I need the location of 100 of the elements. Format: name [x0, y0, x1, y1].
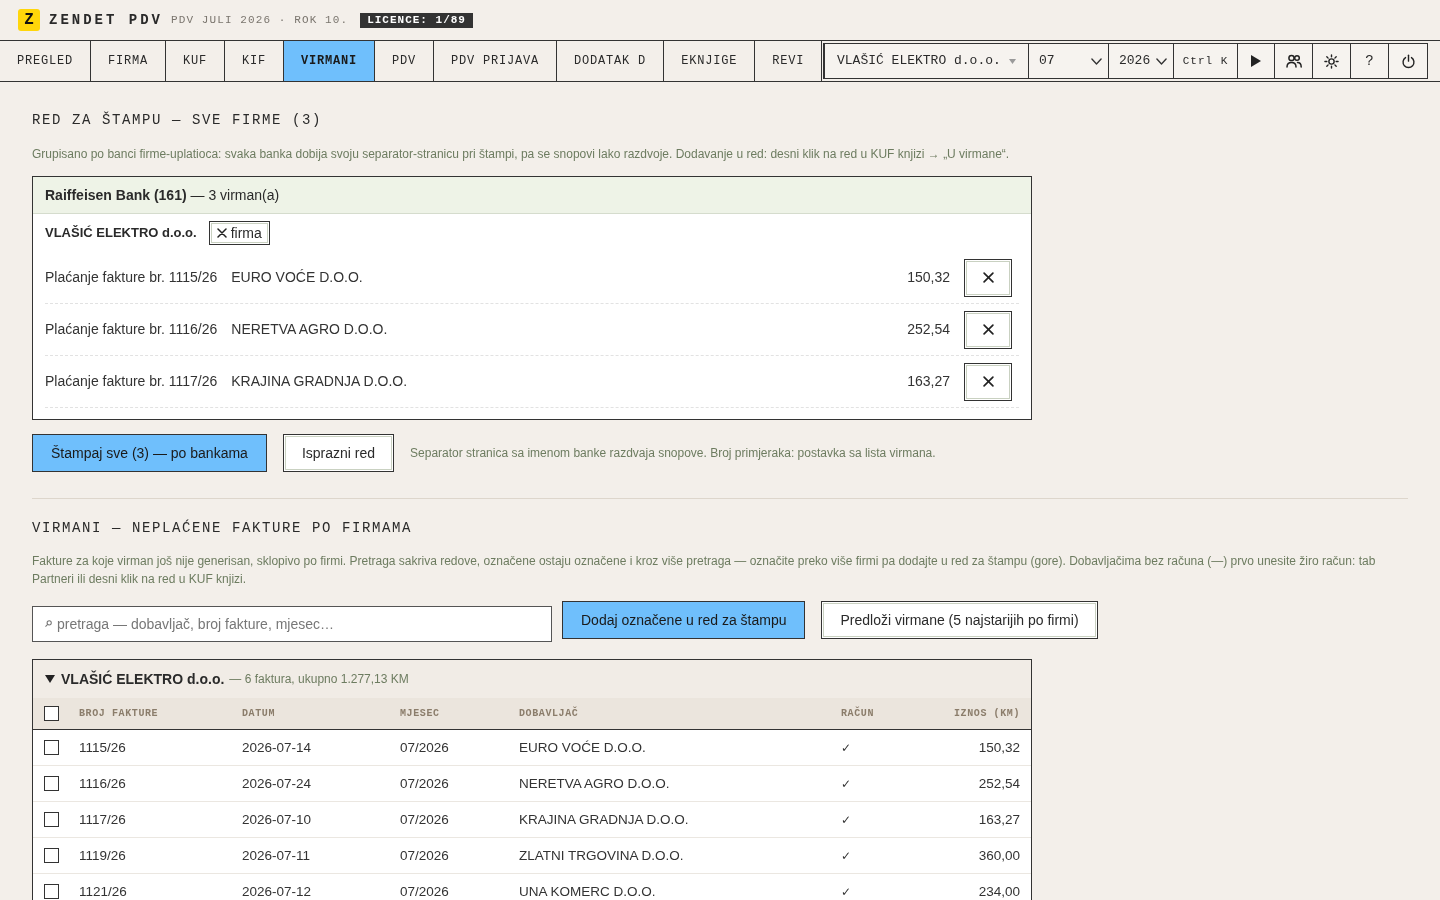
- caret-down-icon: [1009, 58, 1016, 64]
- search-icon: [45, 620, 52, 627]
- table-cell: UNA KOMERC D.O.O.: [519, 883, 656, 900]
- logo: Z: [18, 9, 40, 31]
- period-label: PDV JULI 2026 · ROK 10.: [171, 12, 349, 28]
- remove-firm-button[interactable]: firma: [208, 221, 270, 245]
- payment-amount: 252,54: [907, 320, 950, 339]
- nav-tab[interactable]: VIRMANI: [284, 41, 376, 81]
- remove-button[interactable]: [964, 362, 1012, 401]
- table-cell: 1121/26: [79, 883, 127, 900]
- table-cell: 07/2026: [400, 775, 449, 792]
- power-icon: [1400, 53, 1416, 69]
- table-cell: ✓: [841, 739, 852, 756]
- table-cell: 2026-07-12: [242, 883, 312, 900]
- checkbox[interactable]: [44, 706, 59, 721]
- group-summary: — 6 faktura, ukupno 1.277,13 KM: [229, 671, 409, 688]
- table-cell: 07/2026: [400, 739, 449, 756]
- payee-name: NERETVA AGRO D.O.O.: [231, 320, 388, 339]
- payment-amount: 150,32: [907, 268, 950, 287]
- users-icon: [1285, 54, 1302, 68]
- nav-tab[interactable]: REVI: [755, 41, 823, 81]
- app-name: ZENDET PDV: [49, 10, 163, 30]
- payment-amount: 163,27: [907, 372, 950, 391]
- table-cell: 2026-07-14: [242, 739, 312, 756]
- help-button[interactable]: ?: [1351, 44, 1389, 78]
- nav-tab[interactable]: PDV PRIJAVA: [434, 41, 558, 81]
- remove-button[interactable]: [964, 258, 1012, 297]
- table-cell: NERETVA AGRO D.O.O.: [519, 775, 670, 792]
- remove-button[interactable]: [964, 310, 1012, 349]
- table-cell: 07/2026: [400, 883, 449, 900]
- table-cell: ZLATNI TRGOVINA D.O.O.: [519, 847, 684, 864]
- table-cell: 2026-07-11: [242, 847, 311, 864]
- play-icon: [1251, 55, 1261, 67]
- group-company-name: VLAŠIĆ ELEKTRO d.o.o.: [61, 669, 225, 689]
- company-select[interactable]: VLAŠIĆ ELEKTRO d.o.o.: [825, 44, 1029, 78]
- chevron-down-icon: [1091, 57, 1102, 65]
- payment-description: Plaćanje fakture br. 1117/26: [45, 372, 218, 391]
- column-header: DATUM: [242, 707, 276, 720]
- table-cell: 1115/26: [79, 739, 126, 756]
- nav-tab[interactable]: PDV: [375, 41, 435, 81]
- payment-description: Plaćanje fakture br. 1115/26: [45, 268, 218, 287]
- column-header: IZNOS (KM): [953, 707, 1020, 720]
- chevron-down-icon: [1156, 57, 1167, 65]
- nav-tab[interactable]: PREGLED: [0, 41, 91, 81]
- nav-tab[interactable]: KUF: [166, 41, 226, 81]
- clear-queue-button[interactable]: Isprazni red: [282, 434, 395, 472]
- checkbox[interactable]: [44, 740, 59, 755]
- table-cell: 07/2026: [400, 811, 449, 828]
- bank-group-title: Raiffeisen Bank (161) — 3 virman(a): [45, 185, 280, 205]
- search-field[interactable]: pretraga — dobavljač, broj fakture, mjesec…: [32, 606, 552, 642]
- close-icon: [216, 228, 227, 238]
- table-cell: ✓: [841, 883, 852, 900]
- table-cell: 360,00: [978, 847, 1020, 864]
- table-cell: KRAJINA GRADNJA D.O.O.: [519, 811, 689, 828]
- table-cell: 2026-07-10: [242, 811, 312, 828]
- payee-name: KRAJINA GRADNJA D.O.O.: [231, 372, 408, 391]
- column-header: MJESEC: [400, 707, 441, 720]
- checkbox[interactable]: [44, 884, 59, 899]
- table-cell: 150,32: [978, 739, 1020, 756]
- print-all-button[interactable]: Štampaj sve (3) — po bankama: [32, 434, 267, 472]
- table-cell: 163,27: [978, 811, 1020, 828]
- close-icon: [982, 272, 994, 283]
- nav-tab[interactable]: EKNJIGE: [664, 41, 756, 81]
- payment-description: Plaćanje fakture br. 1116/26: [45, 320, 218, 339]
- section-title: RED ZA ŠTAMPU — SVE FIRME (3): [32, 112, 324, 128]
- column-header: BROJ FAKTURE: [79, 707, 160, 720]
- section-description: Grupisano po banci firme-uplatioca: svaka banka dobija svoju separator-stranicu pri štampi, pa se snopovi lako razdvoje. Dodavanje u red: desni klik na red u KUF knjizi → „U virmane“.: [32, 146, 1011, 163]
- caret-down-icon[interactable]: [45, 675, 55, 683]
- table-cell: 252,54: [978, 775, 1020, 792]
- table-cell: 07/2026: [400, 847, 449, 864]
- column-header: DOBAVLJAČ: [519, 707, 580, 720]
- month-select[interactable]: 07: [1029, 44, 1109, 78]
- shortcut-button[interactable]: Ctrl K: [1174, 44, 1238, 78]
- close-icon: [982, 376, 994, 387]
- year-select[interactable]: 2026: [1109, 44, 1174, 78]
- add-to-queue-button[interactable]: Dodaj označene u red za štampu: [562, 601, 806, 639]
- payee-name: EURO VOĆE D.O.O.: [231, 268, 363, 287]
- table-cell: EURO VOĆE D.O.O.: [519, 739, 646, 756]
- section-title: VIRMANI — NEPLAĆENE FAKTURE PO FIRMAMA: [32, 520, 414, 536]
- table-cell: 234,00: [978, 883, 1020, 900]
- checkbox[interactable]: [44, 848, 59, 863]
- table-cell: ✓: [841, 847, 852, 864]
- nav-tab[interactable]: DODATAK D: [557, 41, 665, 81]
- table-cell: 1117/26: [79, 811, 126, 828]
- table-cell: ✓: [841, 775, 852, 792]
- section-description: Fakture za koje virman još nije generisan, sklopivo po firmi. Pretraga sakriva redove, označene ostaju označene i kroz više pretraga — označite preko više firmi pa dodajte u red za štampu (gore). Dobavljačima bez računa (—) prvo unesite žiro račun: tab Partneri ili desni klik na red u KUF knjizi.: [32, 553, 1377, 588]
- checkbox[interactable]: [44, 776, 59, 791]
- nav-tab[interactable]: FIRMA: [91, 41, 167, 81]
- sun-icon: [1324, 53, 1339, 69]
- table-cell: ✓: [841, 811, 852, 828]
- table-cell: 1119/26: [79, 847, 126, 864]
- table-cell: 1116/26: [79, 775, 126, 792]
- checkbox[interactable]: [44, 812, 59, 827]
- queue-note: Separator stranica sa imenom banke razdvaja snopove. Broj primjeraka: postavka sa lista virmana.: [410, 445, 936, 462]
- table-cell: 2026-07-24: [242, 775, 312, 792]
- column-header: RAČUN: [841, 707, 875, 720]
- firm-name: VLAŠIĆ ELEKTRO d.o.o.: [45, 224, 197, 243]
- close-icon: [982, 324, 994, 335]
- licence-badge: LICENCE: 1/89: [360, 12, 473, 28]
- suggest-button[interactable]: Predloži virmane (5 najstarijih po firmi): [821, 601, 1098, 639]
